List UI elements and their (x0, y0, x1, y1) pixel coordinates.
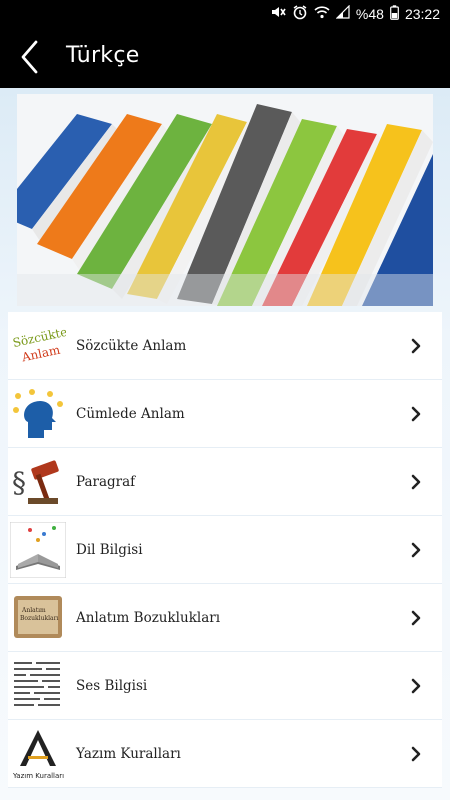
battery-text: %48 (355, 6, 384, 22)
chevron-right-icon (411, 610, 421, 625)
yazim-kurallari-thumbnail: Yazım Kuralları (10, 725, 66, 782)
svg-text:Bozuklukları: Bozuklukları (20, 615, 58, 622)
menu-item-yazim-kurallari[interactable]: Yazım Kuralları Yazım Kuralları (8, 720, 442, 788)
chevron-right-icon (411, 406, 421, 421)
page-title: Türkçe (66, 43, 140, 68)
cumlede-anlam-thumbnail (10, 385, 66, 442)
status-bar: %48 23:22 (0, 0, 450, 26)
menu-item-label: Sözcükte Anlam (76, 337, 187, 354)
app-bar: Türkçe (0, 26, 450, 88)
menu-item-label: Cümlede Anlam (76, 405, 185, 422)
chevron-right-icon (411, 338, 421, 353)
menu-item-label: Dil Bilgisi (76, 541, 143, 558)
svg-text:Anlatım: Anlatım (21, 607, 46, 614)
svg-text:Yazım Kuralları: Yazım Kuralları (12, 772, 64, 780)
wifi-icon (314, 4, 330, 24)
svg-text:§: § (12, 466, 26, 499)
sozcukte-anlam-thumbnail: Sözcükte Anlam (10, 317, 66, 374)
signal-icon (335, 4, 350, 23)
menu-item-anlatim-bozukluklari[interactable]: Anlatım Bozuklukları Anlatım Bozukluklar… (8, 584, 442, 652)
menu-item-cumlede-anlam[interactable]: Cümlede Anlam (8, 380, 442, 448)
ses-bilgisi-thumbnail (10, 657, 66, 714)
menu-item-label: Anlatım Bozuklukları (76, 609, 221, 626)
dil-bilgisi-thumbnail (10, 521, 66, 578)
menu-item-label: Ses Bilgisi (76, 677, 148, 694)
chevron-right-icon (411, 542, 421, 557)
status-icons: %48 23:22 (270, 4, 440, 24)
menu-item-ses-bilgisi[interactable]: Ses Bilgisi (8, 652, 442, 720)
books-banner-image (17, 94, 433, 306)
anlatim-bozukluklari-thumbnail: Anlatım Bozuklukları (10, 589, 66, 646)
battery-icon (390, 4, 399, 24)
mute-icon (270, 4, 286, 24)
alarm-icon (292, 4, 308, 24)
chevron-right-icon (411, 746, 421, 761)
menu-item-paragraf[interactable]: § Paragraf (8, 448, 442, 516)
chevron-left-icon (21, 40, 38, 74)
chevron-right-icon (411, 678, 421, 693)
chevron-right-icon (411, 474, 421, 489)
content-area: Sözcükte Anlam Sözcükte Anlam Cümlede An… (0, 88, 450, 800)
menu-item-label: Yazım Kuralları (76, 745, 181, 762)
back-button[interactable] (14, 38, 48, 76)
menu-list: Sözcükte Anlam Sözcükte Anlam Cümlede An… (8, 312, 442, 788)
menu-item-sozcukte-anlam[interactable]: Sözcükte Anlam Sözcükte Anlam (8, 312, 442, 380)
menu-item-label: Paragraf (76, 473, 136, 490)
paragraf-thumbnail: § (10, 453, 66, 510)
clock: 23:22 (404, 6, 440, 22)
menu-item-dil-bilgisi[interactable]: Dil Bilgisi (8, 516, 442, 584)
